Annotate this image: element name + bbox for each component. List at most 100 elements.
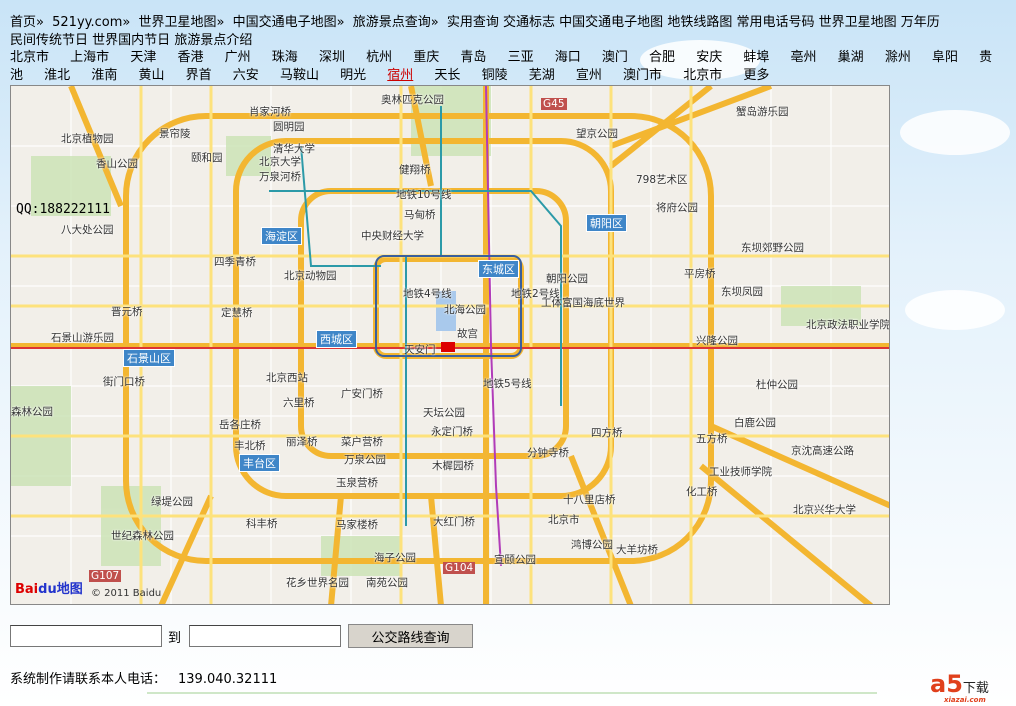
map-label: 南苑公园 bbox=[366, 577, 408, 589]
nav-link[interactable]: 世界国内节日 bbox=[92, 33, 170, 48]
a5-site: xiazai.com bbox=[944, 696, 986, 704]
map-label: 白鹿公园 bbox=[734, 417, 776, 429]
city-link[interactable]: 界首 bbox=[186, 68, 212, 83]
map-label: 大羊坊桥 bbox=[616, 544, 658, 556]
nav-site[interactable]: 521yy.com bbox=[52, 15, 122, 30]
a5-watermark: a5下载 xiazai.com bbox=[930, 670, 989, 704]
map-label: 地铁2号线 bbox=[511, 288, 560, 300]
city-link[interactable]: 香港 bbox=[177, 50, 203, 65]
city-link[interactable]: 更多 bbox=[743, 68, 769, 83]
map-label: 圆明园 bbox=[273, 121, 305, 133]
nav-link[interactable]: 地铁线路图 bbox=[667, 15, 732, 30]
nav-link[interactable]: 万年历 bbox=[901, 15, 940, 30]
map-label: 蟹岛游乐园 bbox=[736, 106, 789, 118]
from-input[interactable] bbox=[10, 625, 162, 647]
nav-link[interactable]: 交通标志 bbox=[503, 15, 555, 30]
city-link[interactable]: 青岛 bbox=[460, 50, 486, 65]
map-label: G104 bbox=[443, 562, 476, 574]
nav-link[interactable]: 常用电话号码 bbox=[736, 15, 814, 30]
map-label: 北京动物园 bbox=[284, 270, 337, 282]
map-label: 马家楼桥 bbox=[336, 519, 378, 531]
map-label: 科丰桥 bbox=[246, 518, 278, 530]
nav-link[interactable]: 中国交通电子地图 bbox=[559, 15, 663, 30]
nav-traffic-map[interactable]: 中国交通电子地图 bbox=[233, 15, 337, 30]
district-badge[interactable]: 海淀区 bbox=[261, 227, 302, 245]
nav-link[interactable]: 旅游景点介绍 bbox=[174, 33, 252, 48]
map-label: 天坛公园 bbox=[423, 407, 465, 419]
city-link[interactable]: 蚌埠 bbox=[743, 50, 769, 65]
map-label: 北海公园 bbox=[444, 304, 486, 316]
city-link[interactable]: 明光 bbox=[340, 68, 366, 83]
map-label: 地铁10号线 bbox=[396, 189, 452, 201]
map-label: G107 bbox=[89, 570, 122, 582]
map-view[interactable]: QQ:188222111 肖家河桥 奥林匹克公园 圆明园 望京公园 蟹岛游乐园 北京植物园… bbox=[10, 85, 890, 605]
city-link[interactable]: 芜湖 bbox=[529, 68, 555, 83]
map-label: 定慧桥 bbox=[221, 307, 253, 319]
city-link[interactable]: 三亚 bbox=[508, 50, 534, 65]
city-link[interactable]: 巢湖 bbox=[838, 50, 864, 65]
city-link[interactable]: 马鞍山 bbox=[280, 68, 319, 83]
city-link[interactable]: 珠海 bbox=[272, 50, 298, 65]
map-label: 宣颐公园 bbox=[494, 554, 536, 566]
district-badge[interactable]: 石景山区 bbox=[123, 349, 175, 367]
baidu-logo-text: Bai bbox=[15, 582, 39, 597]
city-link[interactable]: 杭州 bbox=[366, 50, 392, 65]
city-link[interactable]: 阜阳 bbox=[932, 50, 958, 65]
city-link[interactable]: 宣州 bbox=[576, 68, 602, 83]
district-badge[interactable]: 朝阳区 bbox=[586, 214, 627, 232]
a5-logo: a5 bbox=[930, 670, 963, 698]
map-label: 菜户营桥 bbox=[341, 436, 383, 448]
city-link[interactable]: 六安 bbox=[233, 68, 259, 83]
map-label: 鸿博公园 bbox=[571, 539, 613, 551]
district-badge[interactable]: 西城区 bbox=[316, 330, 357, 348]
city-link[interactable]: 淮北 bbox=[44, 68, 70, 83]
city-link[interactable]: 深圳 bbox=[319, 50, 345, 65]
nav-tourism[interactable]: 旅游景点查询 bbox=[353, 15, 431, 30]
nav-home[interactable]: 首页 bbox=[10, 15, 36, 30]
city-link[interactable]: 淮南 bbox=[91, 68, 117, 83]
map-label: 海子公园 bbox=[374, 552, 416, 564]
city-link[interactable]: 宿州 bbox=[387, 68, 413, 83]
map-label: 花乡世界名园 bbox=[286, 577, 349, 589]
map-label: 晋元桥 bbox=[111, 306, 143, 318]
nav-link[interactable]: 民间传统节日 bbox=[10, 33, 88, 48]
city-link[interactable]: 天长 bbox=[434, 68, 460, 83]
city-link[interactable]: 黄山 bbox=[138, 68, 164, 83]
city-link[interactable]: 重庆 bbox=[413, 50, 439, 65]
map-label: 东坝凤园 bbox=[721, 286, 763, 298]
nav-link[interactable]: 实用查询 bbox=[447, 15, 499, 30]
map-label: 望京公园 bbox=[576, 128, 618, 140]
district-badge[interactable]: 丰台区 bbox=[239, 454, 280, 472]
map-label: 故宫 bbox=[457, 328, 478, 340]
district-badge[interactable]: 东城区 bbox=[478, 260, 519, 278]
baidu-logo: Baidu地图 bbox=[15, 578, 83, 597]
city-link[interactable]: 亳州 bbox=[791, 50, 817, 65]
city-link[interactable]: 北京市 bbox=[10, 50, 49, 65]
nav-link[interactable]: 世界卫星地图 bbox=[819, 15, 897, 30]
city-link[interactable]: 广州 bbox=[225, 50, 251, 65]
qq-contact: QQ:188222111 bbox=[16, 202, 110, 217]
city-link[interactable]: 海口 bbox=[555, 50, 581, 65]
map-label: 将府公园 bbox=[656, 202, 698, 214]
map-label: 四季青桥 bbox=[214, 256, 256, 268]
map-label: 世纪森林公园 bbox=[111, 530, 174, 542]
map-label: 北京政法职业学院 bbox=[806, 319, 890, 331]
map-label: 北京兴华大学 bbox=[793, 504, 856, 516]
nav-satellite-map[interactable]: 世界卫星地图 bbox=[138, 15, 216, 30]
map-label: 永定门桥 bbox=[431, 426, 473, 438]
map-label: 化工桥 bbox=[686, 486, 718, 498]
city-link[interactable]: 澳门 bbox=[602, 50, 628, 65]
to-input[interactable] bbox=[189, 625, 342, 647]
city-link[interactable]: 合肥 bbox=[649, 50, 675, 65]
bus-route-search-button[interactable]: 公交路线查询 bbox=[348, 624, 474, 648]
city-link[interactable]: 安庆 bbox=[696, 50, 722, 65]
city-link[interactable]: 澳门市 bbox=[623, 68, 662, 83]
city-link[interactable]: 上海市 bbox=[70, 50, 109, 65]
map-label: 街门口桥 bbox=[103, 376, 145, 388]
city-link[interactable]: 滁州 bbox=[885, 50, 911, 65]
city-link[interactable]: 天津 bbox=[130, 50, 156, 65]
city-link[interactable]: 铜陵 bbox=[482, 68, 508, 83]
map-label: 北京大学 bbox=[259, 156, 301, 168]
city-link[interactable]: 北京市 bbox=[683, 68, 722, 83]
baidu-logo-text2: du地图 bbox=[38, 582, 83, 597]
